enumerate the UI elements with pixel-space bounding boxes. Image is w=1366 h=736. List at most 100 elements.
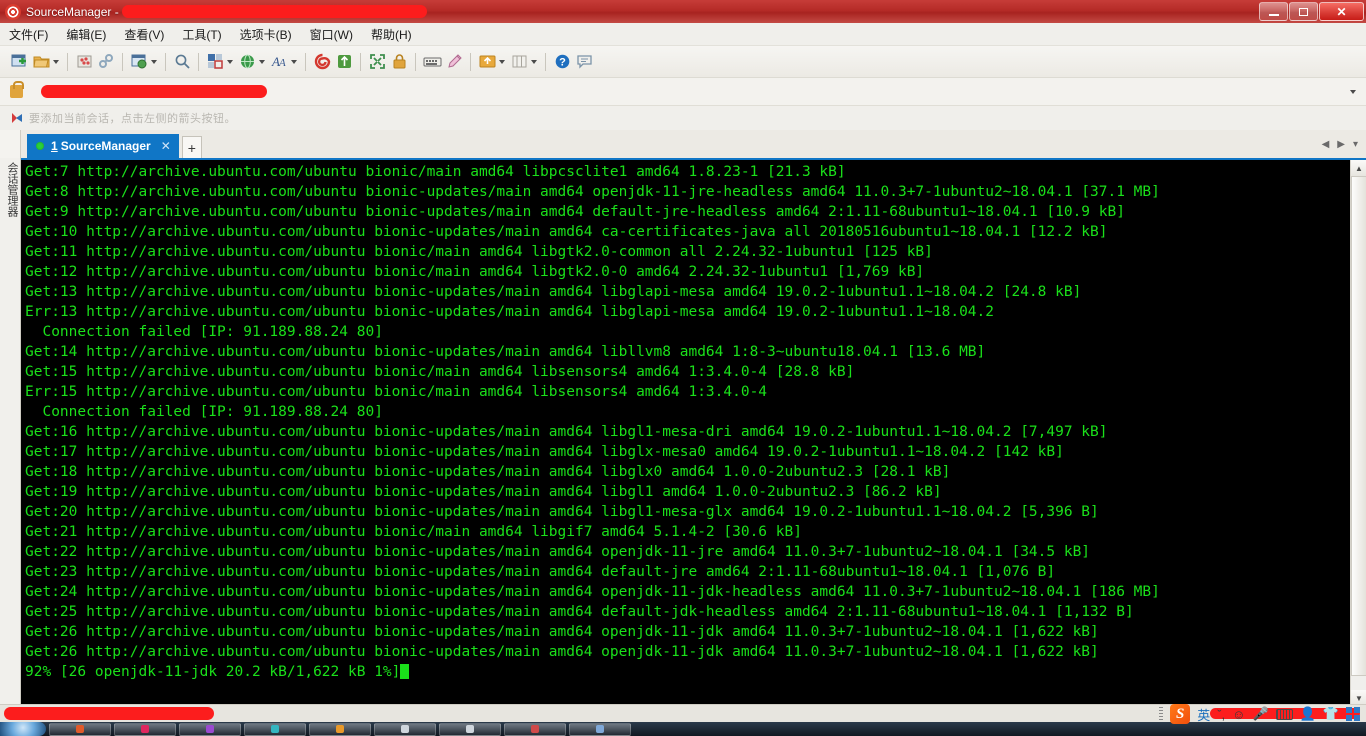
window-controls: ✕ (1258, 1, 1364, 22)
taskbar-item[interactable] (114, 722, 176, 736)
hint-text: 要添加当前会话，点击左侧的箭头按钮。 (29, 113, 236, 125)
transfer-icon[interactable] (333, 51, 355, 73)
terminal-line: Get:8 http://archive.ubuntu.com/ubuntu b… (25, 184, 1160, 200)
start-button[interactable] (0, 722, 46, 736)
terminal-line: Get:14 http://archive.ubuntu.com/ubuntu … (25, 344, 986, 360)
terminal-line: Get:12 http://archive.ubuntu.com/ubuntu … (25, 264, 925, 280)
notification-lock-icon (10, 81, 24, 98)
menu-bar: 文件(F) 编辑(E) 查看(V) 工具(T) 选项卡(B) 窗口(W) 帮助(… (0, 23, 1366, 46)
open-folder-icon[interactable] (30, 51, 52, 73)
close-icon: ✕ (1336, 4, 1347, 19)
menu-file[interactable]: 文件(F) (0, 24, 57, 45)
menu-window[interactable]: 窗口(W) (301, 24, 362, 45)
menu-tools[interactable]: 工具(T) (173, 24, 230, 45)
terminal-output[interactable]: Get:7 http://archive.ubuntu.com/ubuntu b… (21, 160, 1350, 704)
terminal-line: Get:25 http://archive.ubuntu.com/ubuntu … (25, 604, 1134, 620)
terminal-line: Get:15 http://archive.ubuntu.com/ubuntu … (25, 364, 855, 380)
layout-caret-icon[interactable] (227, 59, 233, 64)
taskbar-item[interactable] (439, 722, 501, 736)
scrollbar-up-icon[interactable]: ▲ (1351, 160, 1366, 176)
terminal-progress-line: 92% [26 openjdk-11-jdk 20.2 kB/1,622 kB … (25, 662, 1350, 682)
clone-session-icon[interactable] (128, 51, 150, 73)
terminal-line: Connection failed [IP: 91.189.88.24 80] (25, 324, 383, 340)
taskbar-item[interactable] (179, 722, 241, 736)
ime-mic-icon[interactable]: 🎤 (1252, 706, 1268, 722)
session-manager-label: 会话管理器 (6, 162, 18, 217)
open-folder-caret-icon[interactable] (53, 59, 59, 64)
svg-text:A: A (278, 57, 286, 69)
chat-icon[interactable] (573, 51, 595, 73)
upload-caret-icon[interactable] (499, 59, 505, 64)
taskbar-item[interactable] (244, 722, 306, 736)
ime-keyboard-icon[interactable] (1275, 708, 1293, 720)
terminal-line: Get:10 http://archive.ubuntu.com/ubuntu … (25, 224, 1108, 240)
log-session-icon[interactable] (311, 51, 333, 73)
tab-close-icon[interactable]: ✕ (161, 139, 171, 153)
taskbar-item[interactable] (309, 722, 371, 736)
maximize-button[interactable] (1289, 2, 1318, 21)
ime-user-icon[interactable]: 👤 (1300, 706, 1316, 722)
hint-bar: 要添加当前会话，点击左侧的箭头按钮。 (0, 106, 1366, 130)
terminal-panel: Get:7 http://archive.ubuntu.com/ubuntu b… (21, 158, 1366, 706)
ime-comma-icon[interactable]: ˇ, (1217, 707, 1225, 722)
globe-caret-icon[interactable] (259, 59, 265, 64)
notification-bar (0, 78, 1366, 106)
fullscreen-icon[interactable] (366, 51, 388, 73)
taskbar-item[interactable] (504, 722, 566, 736)
tab-label: SourceManager (60, 139, 151, 153)
terminal-line: Get:23 http://archive.ubuntu.com/ubuntu … (25, 564, 1056, 580)
ime-smiley-icon[interactable]: ☺ (1232, 707, 1245, 722)
flag-icon (12, 112, 23, 124)
sogou-logo-icon[interactable]: S (1170, 704, 1191, 724)
tab-nav-left-icon[interactable]: ◀ (1318, 139, 1334, 150)
keyboard-icon[interactable] (421, 51, 443, 73)
disconnect-icon[interactable] (73, 51, 95, 73)
taskbar-item[interactable] (374, 722, 436, 736)
globe-icon[interactable] (236, 51, 258, 73)
ime-skin-icon[interactable]: 👕 (1323, 706, 1339, 722)
terminal-scrollbar[interactable]: ▲ ▼ (1350, 160, 1366, 706)
taskbar-item[interactable] (569, 722, 631, 736)
toolbar-separator (165, 52, 166, 71)
highlighter-icon[interactable] (443, 51, 465, 73)
scrollbar-thumb[interactable] (1351, 176, 1366, 676)
taskbar-item[interactable] (49, 722, 111, 736)
connect-chain-icon[interactable] (95, 51, 117, 73)
close-button[interactable]: ✕ (1319, 2, 1364, 21)
menu-tabs[interactable]: 选项卡(B) (231, 24, 301, 45)
tab-status-dot-icon (36, 142, 44, 150)
font-caret-icon[interactable] (291, 59, 297, 64)
new-session-icon[interactable] (8, 51, 30, 73)
session-manager-rail[interactable]: ⟩⟨ 会话管理器 (0, 130, 21, 704)
tab-strip-nav: ◀ ▶ ▾ (1318, 130, 1366, 158)
toolbar-separator (67, 52, 68, 71)
ime-apps-icon[interactable] (1346, 707, 1360, 721)
tab-nav-right-icon[interactable]: ▶ (1333, 139, 1349, 150)
ime-mode-label[interactable]: 英 (1197, 705, 1210, 724)
terminal-line: Get:11 http://archive.ubuntu.com/ubuntu … (25, 244, 933, 260)
menu-edit[interactable]: 编辑(E) (57, 24, 115, 45)
terminal-line: Get:24 http://archive.ubuntu.com/ubuntu … (25, 584, 1160, 600)
menu-help[interactable]: 帮助(H) (362, 24, 421, 45)
new-tab-button[interactable]: + (181, 136, 202, 158)
svg-text:?: ? (559, 57, 566, 69)
terminal-line: Get:20 http://archive.ubuntu.com/ubuntu … (25, 504, 1099, 520)
notification-dropdown-caret-icon[interactable] (1350, 89, 1356, 94)
ime-grip-handle[interactable] (1159, 707, 1164, 721)
terminal-line: Get:22 http://archive.ubuntu.com/ubuntu … (25, 544, 1091, 560)
minimize-button[interactable] (1259, 2, 1288, 21)
lock-icon[interactable] (388, 51, 410, 73)
font-icon[interactable]: AA (268, 51, 290, 73)
tab-nav-menu-icon[interactable]: ▾ (1349, 139, 1362, 150)
terminal-line: Err:15 http://archive.ubuntu.com/ubuntu … (25, 384, 768, 400)
search-icon[interactable] (171, 51, 193, 73)
columns-caret-icon[interactable] (531, 59, 537, 64)
clone-session-caret-icon[interactable] (151, 59, 157, 64)
upload-icon[interactable] (476, 51, 498, 73)
menu-view[interactable]: 查看(V) (115, 24, 173, 45)
columns-icon[interactable] (508, 51, 530, 73)
tab-sourcemanager[interactable]: 1 SourceManager ✕ (27, 134, 179, 158)
layout-icon[interactable] (204, 51, 226, 73)
help-icon[interactable]: ? (551, 51, 573, 73)
terminal-line: Connection failed [IP: 91.189.88.24 80] (25, 404, 383, 420)
